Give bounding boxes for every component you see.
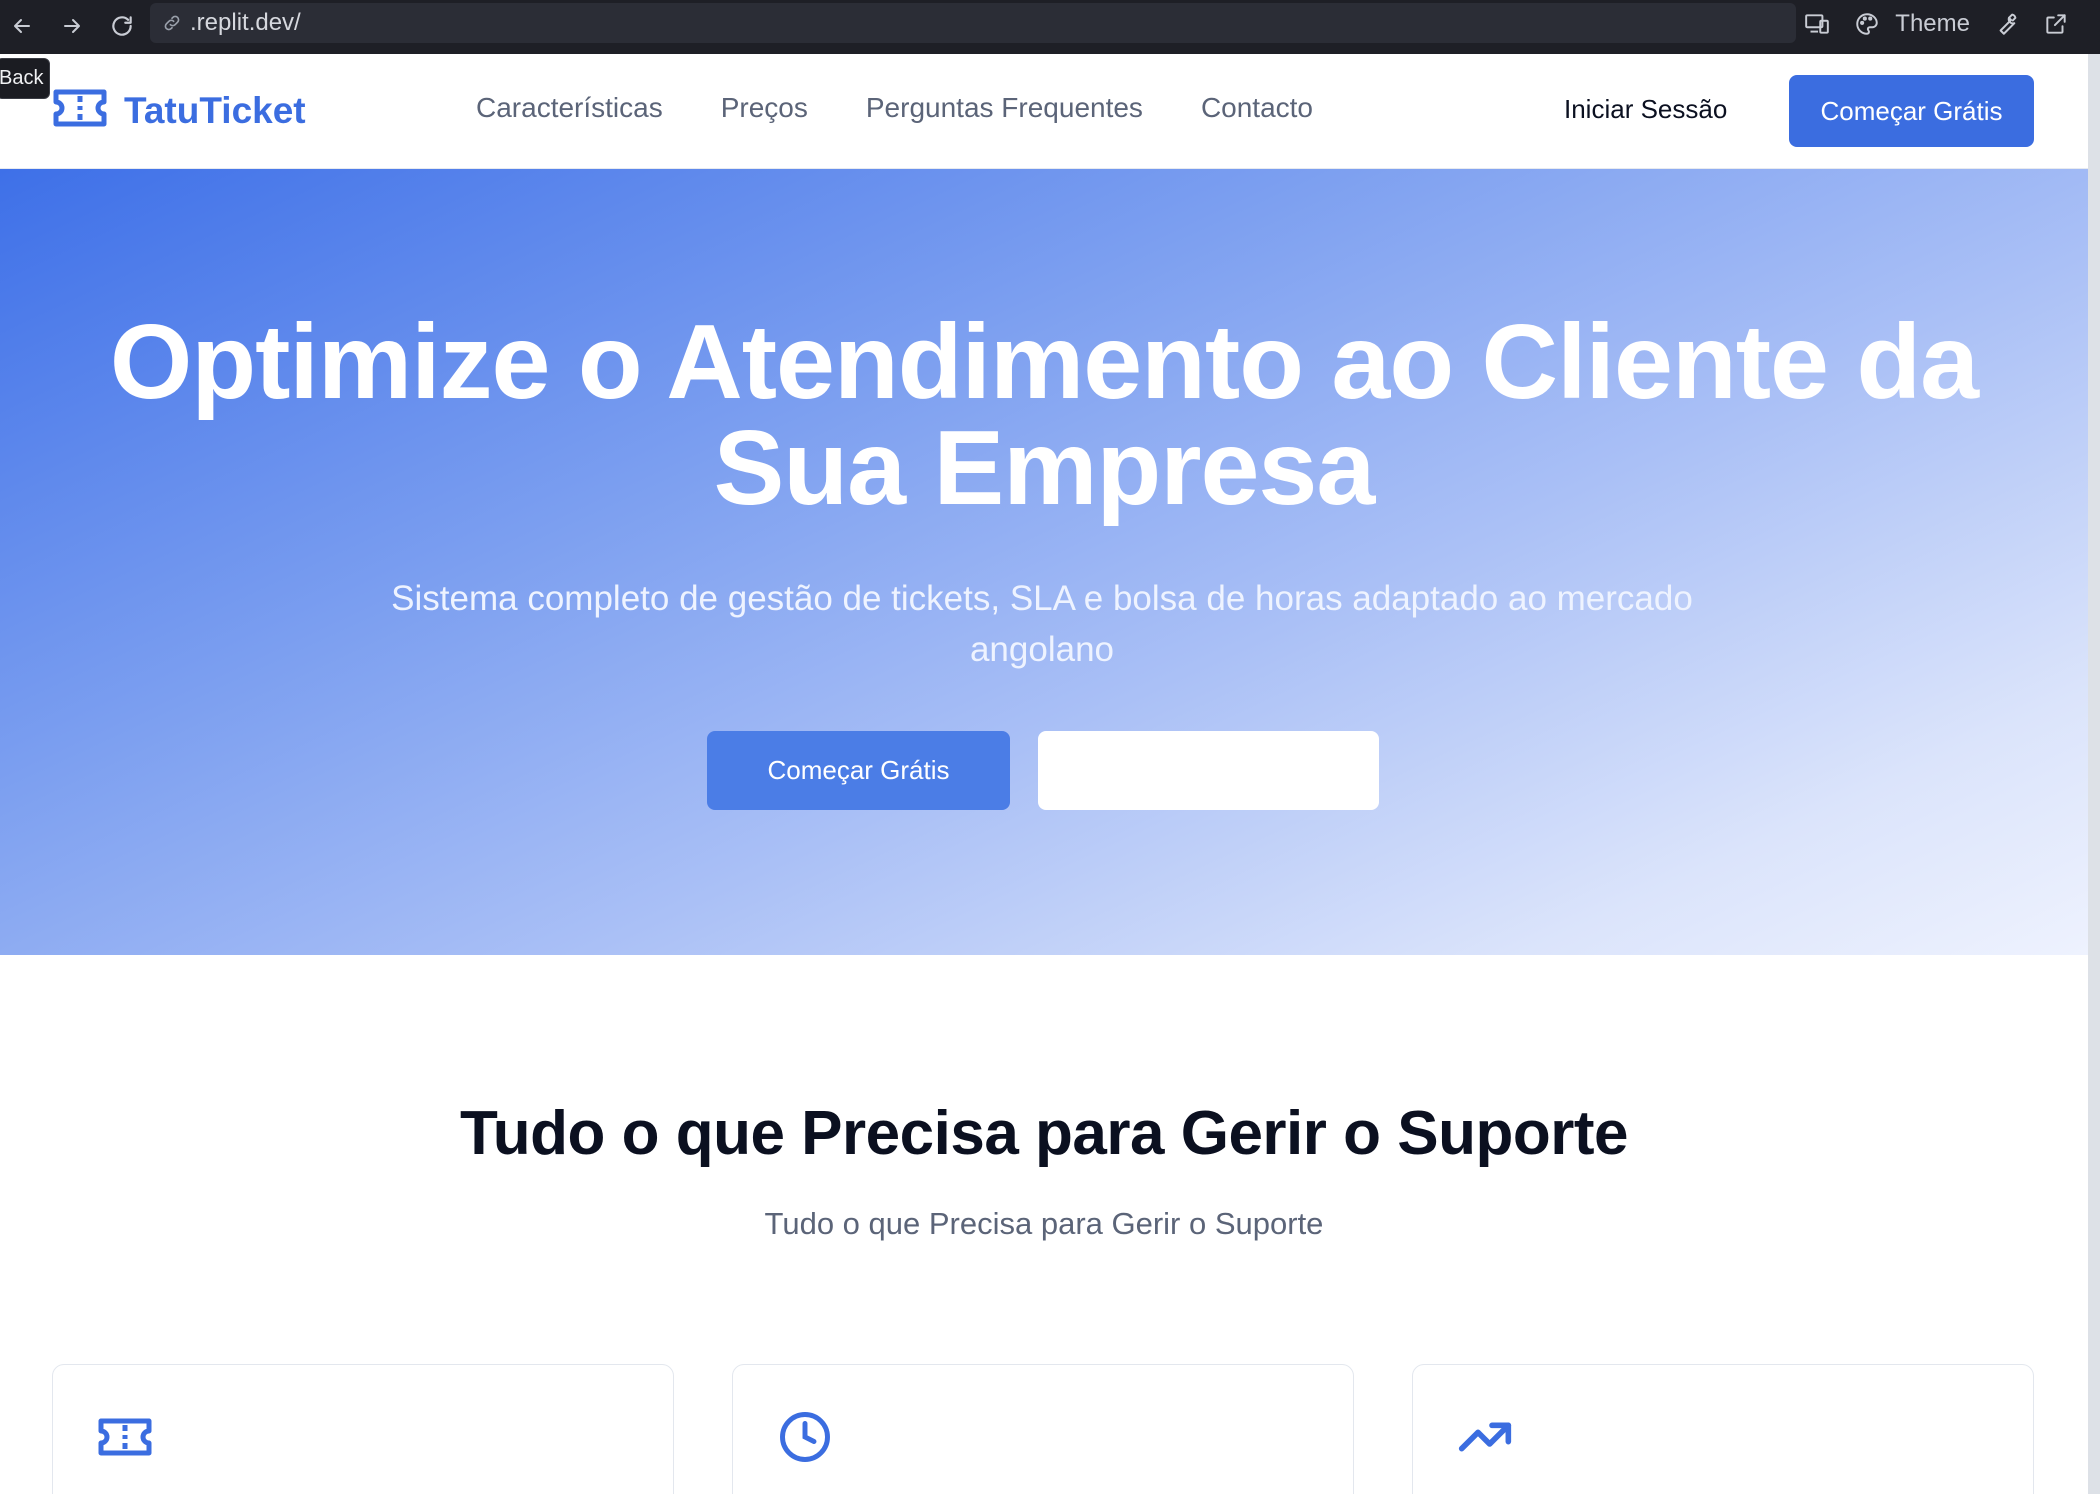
browser-toolbar: .replit.dev/ Theme [0,0,2100,54]
hero-secondary-button[interactable] [1038,731,1379,810]
forward-icon[interactable] [54,8,90,44]
url-text: .replit.dev/ [190,9,301,36]
trending-up-icon [1457,1409,1513,1465]
clock-icon [777,1409,833,1465]
hero-title: Optimize o Atendimento ao Cliente da Sua… [0,309,2088,521]
theme-button[interactable]: Theme [1853,10,1970,38]
login-link[interactable]: Iniciar Sessão [1564,94,1727,125]
site-header: TatuTicket Características Preços Pergun… [0,54,2088,169]
start-free-button[interactable]: Começar Grátis [1789,75,2034,147]
ticket-icon [97,1409,153,1465]
hero-title-line-2: Sua Empresa [713,409,1376,527]
main-nav: Características Preços Perguntas Frequen… [476,92,1313,124]
scrollbar-track[interactable] [2088,54,2100,1494]
nav-link-caracteristicas[interactable]: Características [476,92,663,124]
features-subtitle: Tudo o que Precisa para Gerir o Suporte [764,1206,1324,1241]
hero-start-free-button[interactable]: Começar Grátis [707,731,1010,810]
feature-card-sla [732,1364,1354,1494]
palette-icon [1853,10,1881,38]
back-tooltip: Back [0,58,51,99]
address-bar[interactable]: .replit.dev/ [150,3,1796,43]
back-icon[interactable] [4,8,40,44]
hero-subtitle: Sistema completo de gestão de tickets, S… [391,579,1693,669]
nav-link-precos[interactable]: Preços [721,92,808,124]
theme-label: Theme [1895,10,1970,37]
devices-icon[interactable] [1803,10,1831,38]
wrench-icon[interactable] [1992,10,2020,38]
nav-link-faq[interactable]: Perguntas Frequentes [866,92,1143,124]
brand-logo[interactable]: TatuTicket [52,88,306,133]
brand-name: TatuTicket [124,89,306,131]
features-title: Tudo o que Precisa para Gerir o Suporte [460,1099,1628,1168]
nav-link-contacto[interactable]: Contacto [1201,92,1313,124]
hero-title-line-1: Optimize o Atendimento ao Cliente da [109,303,1979,421]
reload-icon[interactable] [104,8,140,44]
feature-card-hours [1412,1364,2034,1494]
ticket-icon [52,88,108,133]
feature-card-tickets [52,1364,674,1494]
external-link-icon[interactable] [2042,10,2070,38]
hero-section: Optimize o Atendimento ao Cliente da Sua… [0,169,2088,955]
link-icon [162,12,184,34]
